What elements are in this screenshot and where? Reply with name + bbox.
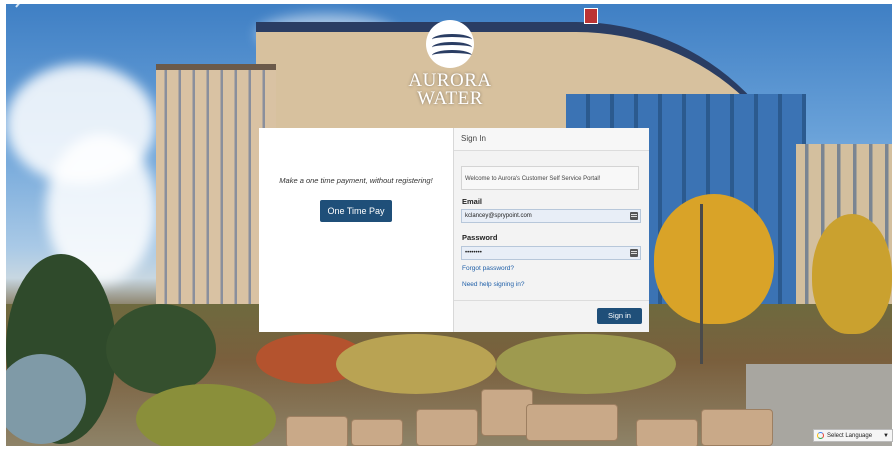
sign-in-header: Sign In <box>454 128 649 151</box>
one-time-pay-message: Make a one time payment, without registe… <box>279 176 433 185</box>
grass-shrub <box>136 384 276 446</box>
password-label: Password <box>462 233 498 242</box>
sign-in-panel: Sign In Welcome to Aurora's Customer Sel… <box>453 128 649 332</box>
password-manager-icon[interactable] <box>630 249 638 257</box>
rock <box>526 404 618 441</box>
language-selector[interactable]: Select Language ▼ <box>813 429 893 442</box>
shrub <box>106 304 216 394</box>
yellow-tree <box>812 214 892 334</box>
aurora-water-logo: AURORA WATER <box>405 20 495 120</box>
password-field[interactable]: •••••••• <box>461 246 641 260</box>
logo-line2: WATER <box>417 88 483 109</box>
grass-shrub <box>336 334 496 394</box>
building-left-wing <box>156 64 276 320</box>
welcome-message: Welcome to Aurora's Customer Self Servic… <box>461 166 639 190</box>
logo-wave-icon <box>426 20 474 68</box>
rock <box>636 419 698 446</box>
help-signing-in-link[interactable]: Need help signing in? <box>462 281 525 288</box>
one-time-pay-button[interactable]: One Time Pay <box>320 200 392 222</box>
grass-shrub <box>496 334 676 394</box>
light-streak <box>15 4 37 8</box>
email-label: Email <box>462 197 483 206</box>
yellow-tree <box>654 194 774 324</box>
password-manager-icon[interactable] <box>630 212 638 220</box>
lamp-post <box>700 204 703 364</box>
password-value: •••••••• <box>465 250 482 256</box>
sign-in-button[interactable]: Sign in <box>597 308 642 324</box>
rock <box>351 419 403 446</box>
logo-text: AURORA WATER <box>405 71 495 109</box>
chevron-down-icon: ▼ <box>883 433 889 439</box>
rock <box>416 409 478 446</box>
email-field[interactable]: kclancey@sprypoint.com <box>461 209 641 223</box>
forgot-password-link[interactable]: Forgot password? <box>462 265 514 272</box>
one-time-pay-panel: Make a one time payment, without registe… <box>259 128 453 332</box>
email-value: kclancey@sprypoint.com <box>465 213 532 219</box>
divider <box>454 300 649 301</box>
rock <box>701 409 773 446</box>
rock <box>286 416 348 446</box>
flag-icon <box>584 8 598 24</box>
google-icon <box>817 432 824 439</box>
language-label: Select Language <box>827 433 873 439</box>
